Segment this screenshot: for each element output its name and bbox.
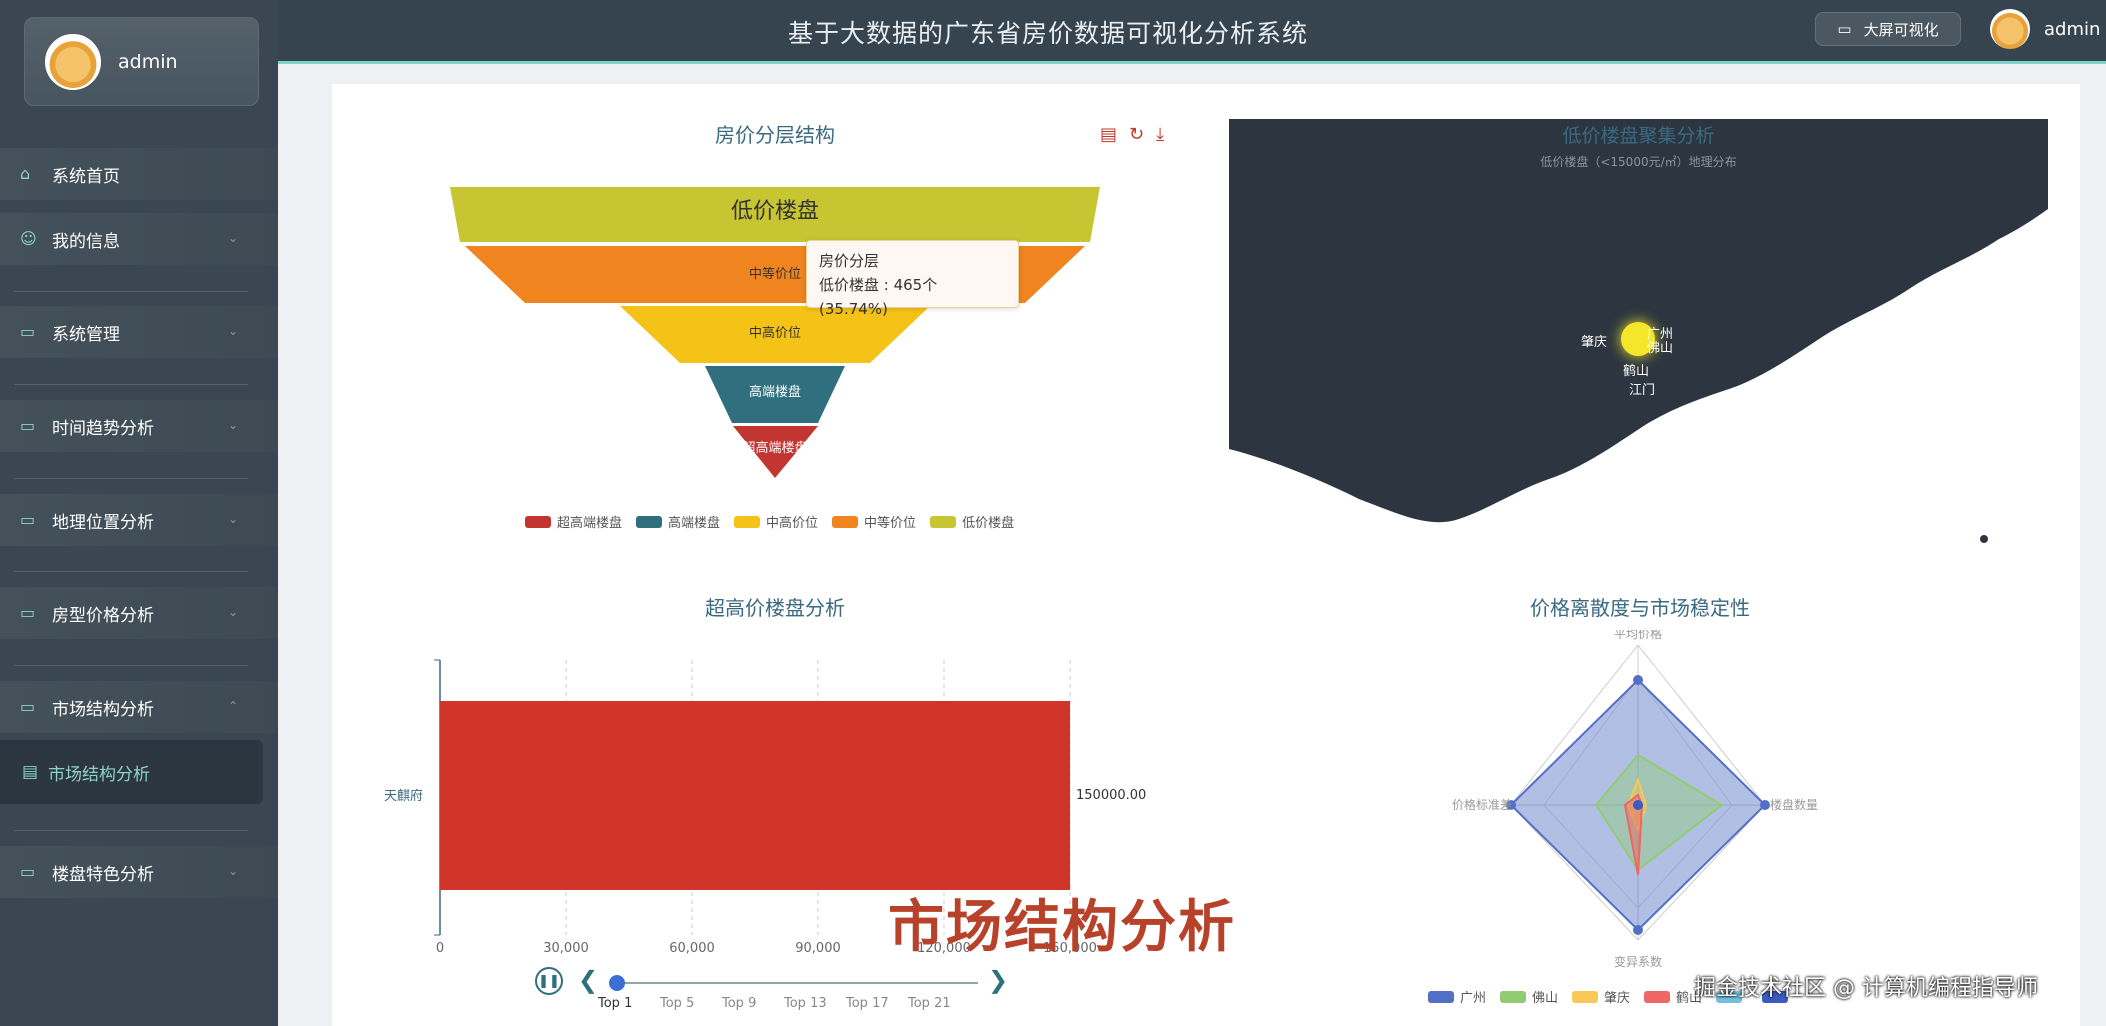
timeline-label[interactable]: Top 13	[784, 996, 827, 1011]
legend-item[interactable]: 广州	[1428, 987, 1486, 1006]
timeline-label[interactable]: Top 9	[722, 996, 756, 1011]
download-icon[interactable]: ⤓	[1156, 124, 1164, 145]
chevron-down-icon: ⌄	[227, 418, 238, 432]
data-view-icon[interactable]: ▤	[1100, 124, 1117, 145]
map-city-label: 佛山	[1647, 341, 1674, 356]
sidebar-user-name: admin	[118, 50, 178, 73]
legend-item[interactable]: 中等价位	[832, 512, 916, 531]
map-subtitle: 低价楼盘（<15000元/㎡）地理分布	[1540, 155, 1737, 169]
legend-item[interactable]: 高端楼盘	[636, 512, 720, 531]
divider	[14, 665, 248, 666]
folder-icon: ▭	[20, 862, 36, 881]
user-icon: ☺	[20, 229, 37, 248]
funnel-label: 中等价位	[749, 266, 801, 282]
legend-item[interactable]: 中高价位	[734, 512, 818, 531]
radar-chart: 平均价格 楼盘数量 变异系数 价格标准差	[1452, 630, 1818, 969]
radar-axis-label: 价格标准差	[1452, 797, 1512, 812]
radar-axis-label: 楼盘数量	[1770, 797, 1818, 812]
sidebar-item-my-info[interactable]: ☺ 我的信息 ⌄	[0, 213, 278, 265]
sidebar-item-time-trend[interactable]: ▭ 时间趋势分析 ⌄	[0, 400, 278, 452]
document-icon: ▤	[22, 762, 39, 782]
chevron-left-icon[interactable]: ❮	[578, 966, 598, 994]
legend-item[interactable]: 佛山	[1500, 987, 1558, 1006]
sidebar-subitem-market-structure[interactable]: ▤ 市场结构分析	[0, 740, 263, 804]
timeline-label[interactable]: Top 17	[846, 996, 889, 1011]
page-title: 基于大数据的广东省房价数据可视化分析系统	[787, 19, 1308, 48]
sidebar-item-room-price[interactable]: ▭ 房型价格分析 ⌄	[0, 587, 278, 639]
radar-axis-label: 平均价格	[1614, 630, 1662, 641]
x-tick-label: 0	[436, 941, 444, 955]
timeline-track[interactable]	[616, 982, 978, 984]
funnel-legend: 超高端楼盘 高端楼盘 中高价位 中等价位 低价楼盘	[525, 512, 1028, 531]
x-tick-label: 60,000	[669, 941, 715, 955]
radar-chart-title: 价格离散度与市场稳定性	[1530, 596, 1750, 620]
legend-item[interactable]: 肇庆	[1572, 987, 1630, 1006]
sidebar-item-system[interactable]: ▭ 系统管理 ⌄	[0, 306, 278, 358]
folder-icon: ▭	[20, 416, 36, 435]
chart-tooltip: 房价分层 低价楼盘 : 465个 (35.74%)	[806, 240, 1019, 318]
timeline-handle[interactable]	[609, 975, 625, 991]
legend-item[interactable]: 超高端楼盘	[525, 512, 622, 531]
map-city-label: 肇庆	[1581, 335, 1608, 350]
chevron-down-icon: ⌄	[227, 512, 238, 526]
sidebar-item-home[interactable]: ⌂ 系统首页	[0, 148, 278, 200]
header-user-name[interactable]: admin	[2044, 19, 2100, 40]
funnel-label: 中高价位	[749, 325, 801, 341]
map-city-label: 江门	[1629, 383, 1656, 398]
funnel-label: 超高端楼盘	[742, 440, 807, 456]
avatar	[45, 33, 101, 90]
chevron-down-icon: ⌄	[227, 864, 238, 878]
chevron-up-icon: ⌃	[227, 699, 238, 713]
divider	[14, 478, 248, 479]
timeline-label[interactable]: Top 21	[908, 996, 951, 1011]
chevron-down-icon: ⌄	[227, 231, 238, 245]
big-screen-button[interactable]: ▭ 大屏可视化	[1815, 12, 1961, 46]
home-icon: ⌂	[20, 164, 31, 183]
sidebar-item-geo[interactable]: ▭ 地理位置分析 ⌄	[0, 494, 278, 546]
divider	[14, 830, 248, 831]
radar-axis-label: 变异系数	[1614, 954, 1662, 969]
funnel-label: 低价楼盘	[731, 199, 819, 224]
divider	[14, 384, 248, 385]
legend-item[interactable]: 低价楼盘	[930, 512, 1014, 531]
pause-button[interactable]: ❚❚	[535, 967, 563, 995]
folder-icon: ▭	[20, 603, 36, 622]
sidebar-item-features[interactable]: ▭ 楼盘特色分析 ⌄	[0, 846, 278, 898]
folder-icon: ▭	[20, 510, 36, 529]
x-tick-label: 90,000	[795, 941, 841, 955]
bar-value-label: 150000.00	[1076, 788, 1146, 803]
chevron-down-icon: ⌄	[227, 324, 238, 338]
funnel-title: 房价分层结构	[715, 123, 835, 147]
funnel-chart: 低价楼盘 中等价位 中高价位 高端楼盘 超高端楼盘	[450, 187, 1100, 478]
x-tick-label: 30,000	[543, 941, 589, 955]
divider	[14, 571, 248, 572]
map-title: 低价楼盘聚集分析	[1562, 125, 1715, 147]
funnel-label: 高端楼盘	[749, 384, 801, 400]
divider	[14, 291, 248, 292]
map-city-label: 鹤山	[1623, 364, 1650, 379]
bar-category-label: 天麒府	[384, 788, 423, 804]
timeline-label[interactable]: Top 5	[660, 996, 694, 1011]
chevron-down-icon: ⌄	[227, 605, 238, 619]
top-header: 基于大数据的广东省房价数据可视化分析系统 ▭ 大屏可视化 admin	[278, 0, 2106, 64]
timeline-label[interactable]: Top 1	[598, 996, 632, 1011]
credit-watermark: 掘金技术社区 @ 计算机编程指导师	[1694, 976, 2038, 1001]
watermark-title: 市场结构分析	[888, 895, 1236, 960]
refresh-icon[interactable]: ↻	[1129, 124, 1144, 145]
folder-icon: ▭	[20, 697, 36, 716]
bar-mark[interactable]	[440, 701, 1070, 890]
sidebar-user-card[interactable]: admin	[24, 17, 259, 106]
sidebar: admin ⌂ 系统首页 ☺ 我的信息 ⌄ ▭ 系统管理 ⌄ ▭ 时间趋势分析 …	[0, 0, 278, 1026]
bar-chart-title: 超高价楼盘分析	[705, 596, 845, 620]
screen-icon: ▭	[1837, 20, 1852, 38]
folder-icon: ▭	[20, 322, 36, 341]
map-chart[interactable]: 低价楼盘聚集分析 低价楼盘（<15000元/㎡）地理分布 肇庆 广州 佛山 鹤山…	[1229, 119, 2048, 547]
chevron-right-icon[interactable]: ❯	[988, 966, 1008, 994]
avatar[interactable]	[1990, 9, 2030, 49]
sidebar-item-market[interactable]: ▭ 市场结构分析 ⌃	[0, 681, 278, 733]
